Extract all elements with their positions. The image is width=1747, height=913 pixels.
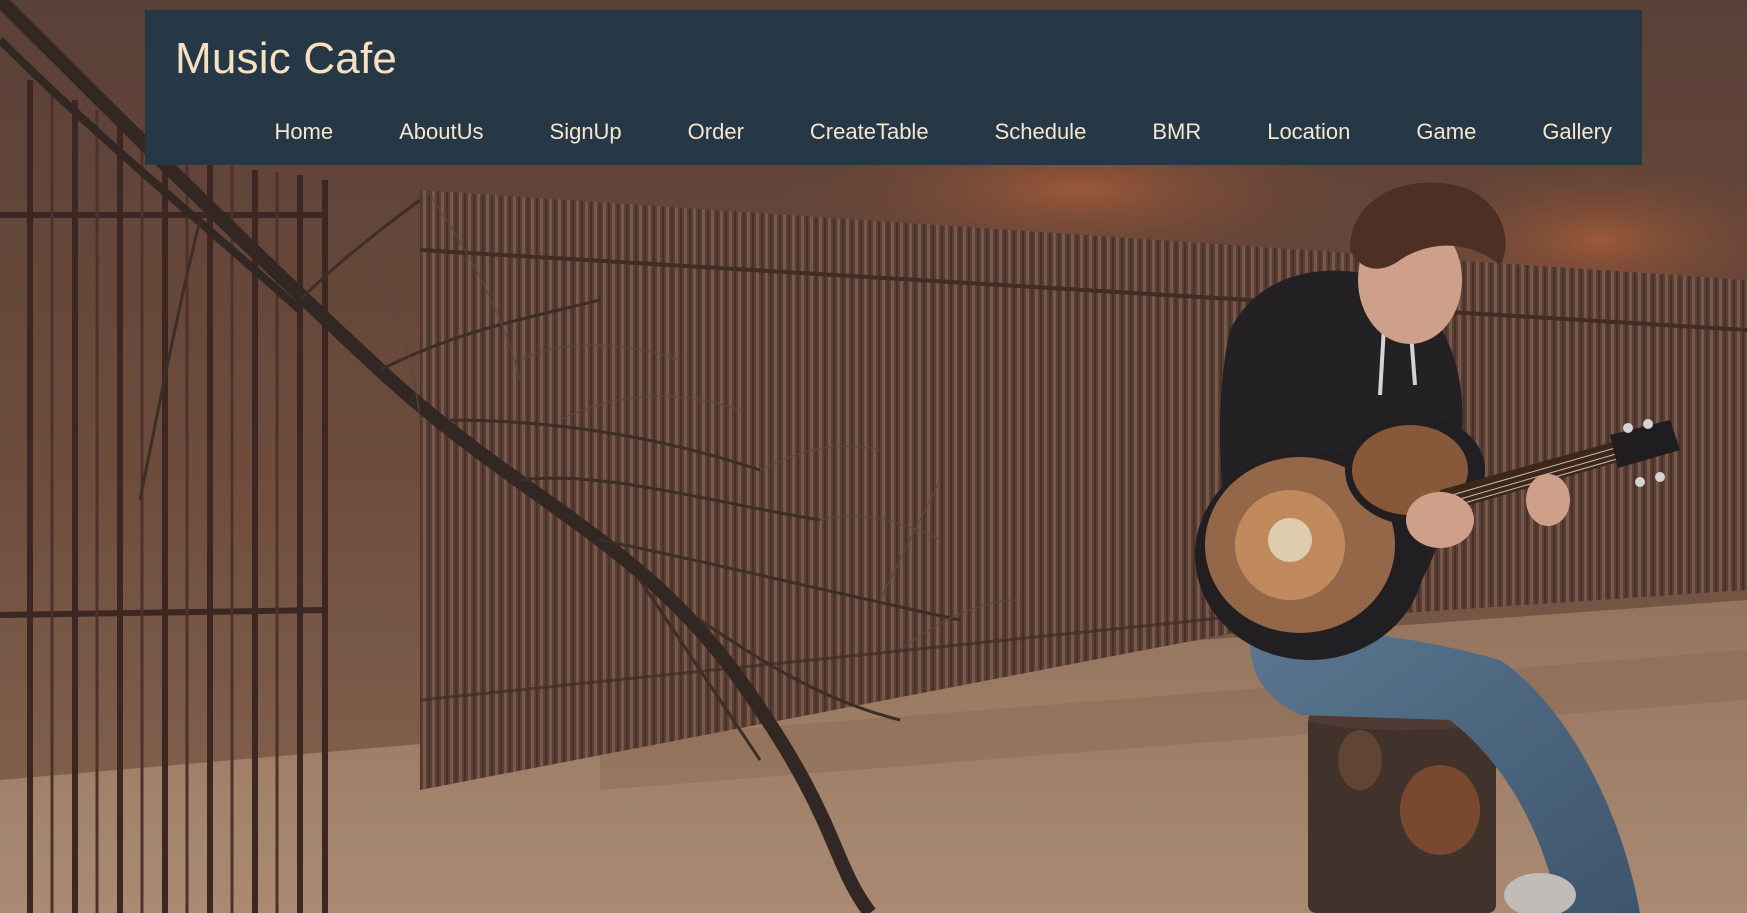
nav-link-home[interactable]: Home — [274, 118, 333, 146]
nav-link-about-us[interactable]: AboutUs — [399, 118, 483, 146]
site-brand-title[interactable]: Music Cafe — [175, 24, 397, 94]
main-nav: Home AboutUs SignUp Order CreateTable Sc… — [274, 118, 1612, 146]
nav-link-bmr[interactable]: BMR — [1152, 118, 1201, 146]
nav-link-schedule[interactable]: Schedule — [995, 118, 1087, 146]
nav-link-location[interactable]: Location — [1267, 118, 1350, 146]
nav-link-gallery[interactable]: Gallery — [1542, 118, 1612, 146]
nav-link-game[interactable]: Game — [1416, 118, 1476, 146]
nav-link-create-table[interactable]: CreateTable — [810, 118, 929, 146]
nav-link-order[interactable]: Order — [688, 118, 744, 146]
site-header: Music Cafe Home AboutUs SignUp Order Cre… — [145, 10, 1642, 165]
page: Music Cafe Home AboutUs SignUp Order Cre… — [0, 0, 1747, 913]
nav-link-sign-up[interactable]: SignUp — [550, 118, 622, 146]
